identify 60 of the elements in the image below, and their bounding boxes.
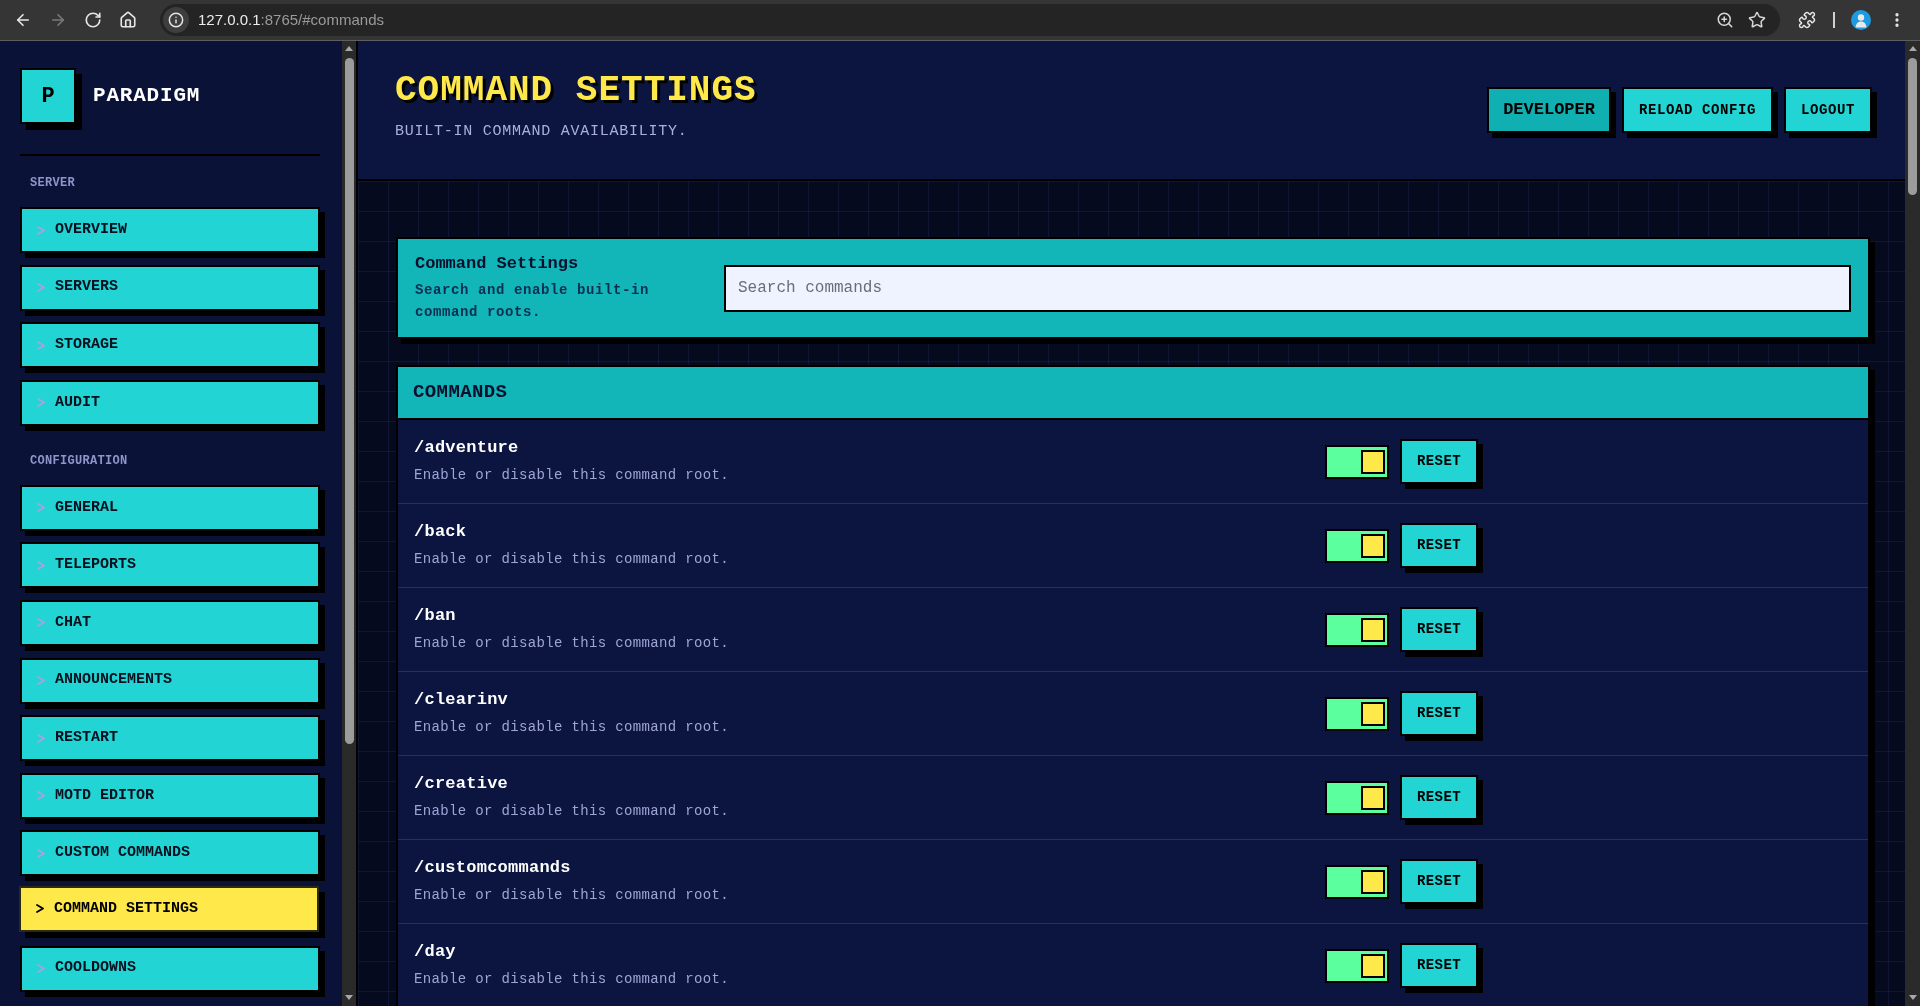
chevron-icon xyxy=(37,964,45,974)
card-description: Search and enable built-in command roots. xyxy=(415,281,651,322)
scrollbar[interactable] xyxy=(1905,41,1920,1006)
card-title: Command Settings xyxy=(415,253,580,275)
command-name: /day xyxy=(414,942,457,962)
toggle-switch[interactable] xyxy=(1325,780,1389,815)
page-title: COMMAND SETTINGS xyxy=(395,71,757,111)
scroll-down-icon[interactable] xyxy=(345,995,353,1000)
toggle-switch[interactable] xyxy=(1325,864,1389,899)
command-description: Enable or disable this command root. xyxy=(414,970,731,989)
bookmark-star-icon[interactable] xyxy=(1748,11,1766,29)
address-bar[interactable]: 127.0.0.1:8765/#commands xyxy=(160,4,1780,36)
scrollbar-thumb[interactable] xyxy=(1908,58,1917,195)
command-name: /ban xyxy=(414,606,457,626)
command-name: /clearinv xyxy=(414,690,510,710)
scrollbar-thumb[interactable] xyxy=(344,58,354,744)
puzzle-piece-icon[interactable] xyxy=(1798,11,1816,29)
command-description: Enable or disable this command root. xyxy=(414,634,731,653)
scroll-up-icon[interactable] xyxy=(345,46,353,51)
toggle-switch[interactable] xyxy=(1325,696,1389,731)
command-description: Enable or disable this command root. xyxy=(414,802,731,821)
toggle-switch[interactable] xyxy=(1325,444,1389,479)
scroll-up-icon[interactable] xyxy=(1908,46,1917,51)
chevron-icon xyxy=(36,904,44,914)
zoom-icon[interactable] xyxy=(1716,11,1734,29)
toggle-switch[interactable] xyxy=(1325,948,1389,983)
command-description: Enable or disable this command root. xyxy=(414,466,731,485)
chevron-icon xyxy=(37,503,45,513)
toggle-switch[interactable] xyxy=(1325,612,1389,647)
reload-icon[interactable] xyxy=(84,11,102,29)
command-name: /back xyxy=(414,522,468,542)
section-label: SERVER xyxy=(29,176,76,190)
chevron-icon xyxy=(37,340,45,350)
chevron-icon xyxy=(37,733,45,743)
command-name: /customcommands xyxy=(414,858,572,878)
chevron-icon xyxy=(37,676,45,686)
chevron-icon xyxy=(37,618,45,628)
chevron-icon xyxy=(37,560,45,570)
chevron-icon xyxy=(37,791,45,801)
site-info-icon[interactable] xyxy=(163,7,189,33)
toggle-switch[interactable] xyxy=(1325,528,1389,563)
url-text[interactable]: 127.0.0.1:8765/#commands xyxy=(198,8,384,32)
home-icon[interactable] xyxy=(119,11,137,29)
page-subtitle: BUILT-IN COMMAND AVAILABILITY. xyxy=(395,122,689,142)
chevron-icon xyxy=(37,225,45,235)
chevron-icon xyxy=(37,398,45,408)
command-description: Enable or disable this command root. xyxy=(414,718,731,737)
command-description: Enable or disable this command root. xyxy=(414,886,731,905)
section-label: CONFIGURATION xyxy=(29,453,129,468)
command-name: /adventure xyxy=(414,438,520,458)
search-field[interactable]: Search commands xyxy=(724,264,1851,312)
avatar-icon[interactable] xyxy=(1851,10,1871,30)
brand-name: PARADIGM xyxy=(93,83,201,110)
chevron-icon xyxy=(37,283,45,293)
scrollbar[interactable] xyxy=(342,41,356,1006)
chevron-icon xyxy=(37,848,45,858)
scroll-down-icon[interactable] xyxy=(1908,995,1917,1000)
command-name: /creative xyxy=(414,774,510,794)
command-description: Enable or disable this command root. xyxy=(414,550,731,569)
panel-title: COMMANDS xyxy=(413,380,508,406)
